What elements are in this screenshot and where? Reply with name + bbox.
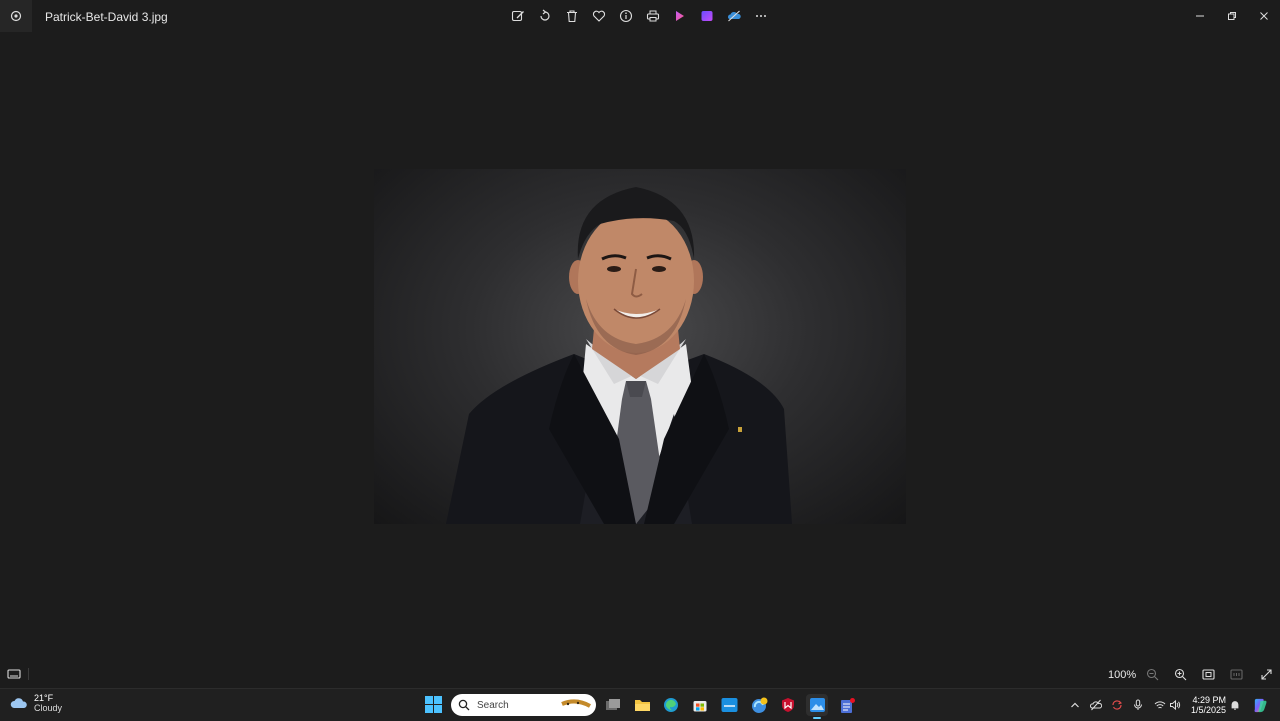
- favorite-heart-icon[interactable]: [589, 6, 609, 26]
- microphone-icon[interactable]: [1131, 698, 1145, 712]
- rotate-icon[interactable]: [535, 6, 555, 26]
- edge-beta-icon[interactable]: [748, 694, 770, 716]
- delete-icon[interactable]: [562, 6, 582, 26]
- title-bar: Patrick-Bet-David 3.jpg: [0, 0, 1280, 32]
- search-placeholder: Search: [477, 699, 509, 711]
- task-view-icon[interactable]: [602, 694, 624, 716]
- clock-date: 1/5/2025: [1190, 705, 1226, 715]
- zoom-level[interactable]: 100%: [1108, 669, 1136, 681]
- show-hidden-icons-chevron-icon[interactable]: [1068, 698, 1082, 712]
- weather-condition: Cloudy: [34, 703, 63, 713]
- wifi-icon[interactable]: [1153, 698, 1167, 712]
- displayed-photo[interactable]: [374, 169, 906, 524]
- restore-icon[interactable]: [1216, 0, 1248, 32]
- cloud-icon: [10, 698, 27, 708]
- minimize-icon[interactable]: [1184, 0, 1216, 32]
- fit-to-window-icon[interactable]: [1201, 667, 1215, 681]
- clock-time: 4:29 PM: [1192, 695, 1226, 705]
- clipchamp-icon[interactable]: [670, 6, 690, 26]
- window-controls: [1184, 0, 1280, 32]
- edge-browser-icon[interactable]: [660, 694, 682, 716]
- window-title: Patrick-Bet-David 3.jpg: [45, 10, 168, 24]
- notes-app-icon[interactable]: [836, 694, 858, 716]
- microsoft-store-icon[interactable]: [689, 694, 711, 716]
- copilot-icon[interactable]: [1251, 696, 1269, 714]
- mylife-app-icon[interactable]: [718, 694, 740, 716]
- volume-icon[interactable]: [1168, 698, 1182, 712]
- search-icon: [458, 699, 470, 711]
- system-clock[interactable]: 4:29 PM 1/5/2025: [1190, 695, 1226, 715]
- weather-widget[interactable]: 21°F Cloudy: [10, 693, 62, 713]
- status-bar: 100%: [0, 660, 1280, 688]
- fullscreen-icon[interactable]: [1259, 667, 1273, 681]
- close-icon[interactable]: [1248, 0, 1280, 32]
- mcafee-icon[interactable]: [777, 694, 799, 716]
- designer-icon[interactable]: [697, 6, 717, 26]
- sync-icon[interactable]: [1110, 698, 1124, 712]
- zoom-in-icon[interactable]: [1173, 667, 1187, 681]
- start-button[interactable]: [425, 696, 442, 713]
- taskbar: 21°F Cloudy Search 4:29 PM 1/5/2025: [0, 688, 1280, 721]
- filmstrip-icon[interactable]: [6, 667, 22, 681]
- search-highlight-icon: [561, 699, 591, 708]
- print-icon[interactable]: [643, 6, 663, 26]
- photo-toolbar: [508, 6, 771, 26]
- info-icon[interactable]: [616, 6, 636, 26]
- photos-taskbar-icon[interactable]: [806, 694, 828, 719]
- divider: [28, 668, 29, 680]
- zoom-out-icon[interactable]: [1145, 667, 1159, 681]
- more-icon[interactable]: [751, 6, 771, 26]
- file-explorer-icon[interactable]: [631, 694, 653, 716]
- taskbar-search-box[interactable]: Search: [451, 694, 596, 716]
- weather-temperature: 21°F: [34, 693, 54, 703]
- photos-app-icon[interactable]: [0, 0, 32, 32]
- notification-bell-icon[interactable]: [1228, 698, 1242, 712]
- active-app-indicator: [813, 717, 821, 719]
- onedrive-tray-icon[interactable]: [1089, 698, 1103, 712]
- onedrive-icon[interactable]: [724, 6, 744, 26]
- edit-image-icon[interactable]: [508, 6, 528, 26]
- actual-size-icon[interactable]: [1229, 667, 1243, 681]
